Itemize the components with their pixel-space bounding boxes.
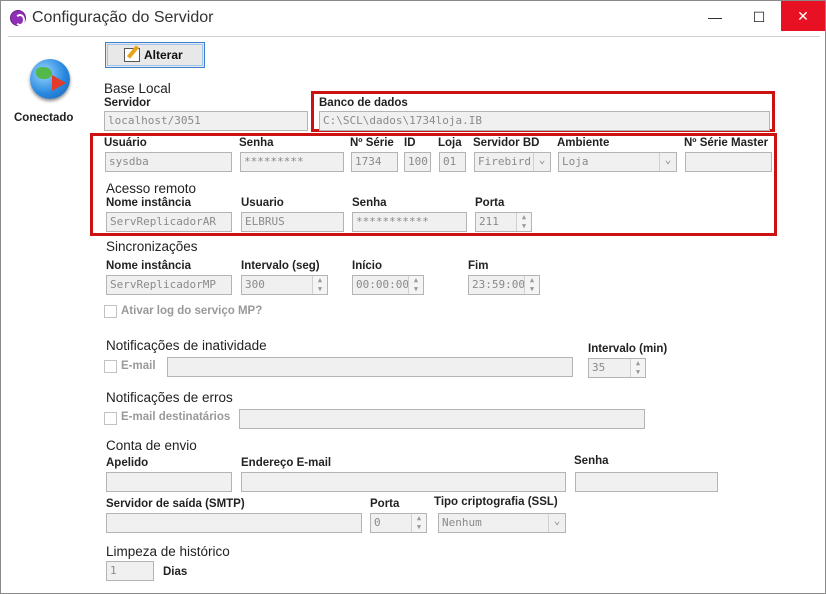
servidor-label: Servidor <box>104 97 151 109</box>
edit-pencil-icon <box>124 48 140 62</box>
cripto-select[interactable]: Nenhum <box>438 513 566 533</box>
erros-email-label: E-mail destinatários <box>121 411 231 423</box>
serie-master-field[interactable] <box>685 152 772 172</box>
section-conta-envio: Conta de envio <box>106 438 197 453</box>
remote-instancia-field[interactable]: ServReplicadorAR <box>106 212 232 232</box>
sync-intervalo-field[interactable]: 300 ▲ ▼ <box>241 275 328 295</box>
client-area: Conectado Alterar Base Local Servidor lo… <box>8 36 820 588</box>
spinner-arrows-icon[interactable]: ▲ ▼ <box>408 276 423 294</box>
remote-porta-field[interactable]: 211 ▲ ▼ <box>475 212 532 232</box>
serie-field[interactable]: 1734 <box>351 152 398 172</box>
cripto-label: Tipo criptografia (SSL) <box>434 496 558 508</box>
sync-fim-label: Fim <box>468 260 489 272</box>
sync-intervalo-value: 300 <box>245 278 265 291</box>
senha-field[interactable]: ********* <box>240 152 344 172</box>
sync-intervalo-label: Intervalo (seg) <box>241 260 320 272</box>
sync-instancia-label: Nome instância <box>106 260 191 272</box>
maximize-button[interactable]: ☐ <box>737 1 781 35</box>
alter-button-label: Alterar <box>144 48 183 62</box>
remote-instancia-label: Nome instância <box>106 197 191 209</box>
connection-arrow-icon <box>52 75 66 91</box>
remote-senha-field[interactable]: *********** <box>352 212 467 232</box>
spinner-arrows-icon[interactable]: ▲ ▼ <box>524 276 539 294</box>
sync-inicio-label: Início <box>352 260 383 272</box>
title-bar: Configuração do Servidor — ☐ ✕ <box>1 1 825 35</box>
endereco-label: Endereço E-mail <box>241 457 332 469</box>
dias-field[interactable]: 1 <box>106 561 154 581</box>
section-inatividade: Notificações de inatividade <box>106 338 267 353</box>
inatividade-intervalo-value: 35 <box>592 361 606 374</box>
smtp-label: Servidor de saída (SMTP) <box>106 498 245 510</box>
endereco-field[interactable] <box>241 472 566 492</box>
minimize-button[interactable]: — <box>693 1 737 35</box>
smtp-porta-label: Porta <box>370 498 400 510</box>
banco-label: Banco de dados <box>319 97 408 109</box>
sync-inicio-value: 00:00:00 <box>356 278 409 291</box>
section-acesso-remoto: Acesso remoto <box>106 181 197 196</box>
serie-label: Nº Série <box>350 137 394 149</box>
sync-inicio-field[interactable]: 00:00:00 ▲ ▼ <box>352 275 424 295</box>
id-label: ID <box>404 137 416 149</box>
close-button[interactable]: ✕ <box>781 1 825 31</box>
servidor-field[interactable]: localhost/3051 <box>104 111 308 131</box>
sync-fim-field[interactable]: 23:59:00 ▲ ▼ <box>468 275 540 295</box>
spinner-arrows-icon[interactable]: ▲ ▼ <box>411 514 426 532</box>
senha-label: Senha <box>239 137 274 149</box>
inatividade-email-label: E-mail <box>121 360 156 372</box>
usuario-label: Usuário <box>104 137 147 149</box>
spinner-arrows-icon[interactable]: ▲ ▼ <box>630 359 645 377</box>
remote-senha-label: Senha <box>352 197 387 209</box>
smtp-field[interactable] <box>106 513 362 533</box>
smtp-porta-field[interactable]: 0 ▲ ▼ <box>370 513 427 533</box>
ambiente-label: Ambiente <box>557 137 610 149</box>
apelido-label: Apelido <box>106 457 149 469</box>
id-field[interactable]: 100 <box>404 152 431 172</box>
inatividade-intervalo-label: Intervalo (min) <box>588 343 668 355</box>
servidor-bd-select[interactable]: Firebird <box>474 152 551 172</box>
loja-field[interactable]: 01 <box>439 152 466 172</box>
conta-senha-field[interactable] <box>575 472 718 492</box>
banco-field[interactable]: C:\SCL\dados\1734loja.IB <box>319 111 770 131</box>
window-title: Configuração do Servidor <box>32 9 214 26</box>
spinner-arrows-icon[interactable]: ▲ ▼ <box>516 213 531 231</box>
remote-porta-value: 211 <box>479 215 499 228</box>
globe-land-shape <box>36 67 52 79</box>
connection-status: Conectado <box>14 112 74 124</box>
log-mp-checkbox[interactable] <box>104 305 117 318</box>
log-mp-label: Ativar log do serviço MP? <box>121 305 263 317</box>
remote-porta-label: Porta <box>475 197 505 209</box>
erros-email-checkbox[interactable] <box>104 412 117 425</box>
spinner-arrows-icon[interactable]: ▲ ▼ <box>312 276 327 294</box>
section-sincronizacoes: Sincronizações <box>106 239 198 254</box>
apelido-field[interactable] <box>106 472 232 492</box>
usuario-field[interactable]: sysdba <box>105 152 232 172</box>
remote-usuario-field[interactable]: ELBRUS <box>241 212 344 232</box>
smtp-porta-value: 0 <box>374 516 381 529</box>
ambiente-select[interactable]: Loja <box>558 152 677 172</box>
remote-usuario-label: Usuario <box>241 197 284 209</box>
sync-fim-value: 23:59:00 <box>472 278 525 291</box>
inatividade-intervalo-field[interactable]: 35 ▲ ▼ <box>588 358 646 378</box>
section-limpeza-historico: Limpeza de histórico <box>106 544 230 559</box>
alter-button[interactable]: Alterar <box>105 42 205 68</box>
inatividade-email-field[interactable] <box>167 357 573 377</box>
serie-master-label: Nº Série Master <box>684 137 769 149</box>
dias-label: Dias <box>163 566 188 578</box>
sync-instancia-field[interactable]: ServReplicadorMP <box>106 275 232 295</box>
app-logo-icon <box>10 10 26 26</box>
section-base-local: Base Local <box>104 81 171 96</box>
section-erros: Notificações de erros <box>106 390 233 405</box>
loja-label: Loja <box>438 137 462 149</box>
erros-email-field[interactable] <box>239 409 645 429</box>
server-config-window: Configuração do Servidor — ☐ ✕ Conectado… <box>0 0 826 594</box>
inatividade-email-checkbox[interactable] <box>104 360 117 373</box>
servidor-bd-label: Servidor BD <box>473 137 540 149</box>
conta-senha-label: Senha <box>574 455 609 467</box>
